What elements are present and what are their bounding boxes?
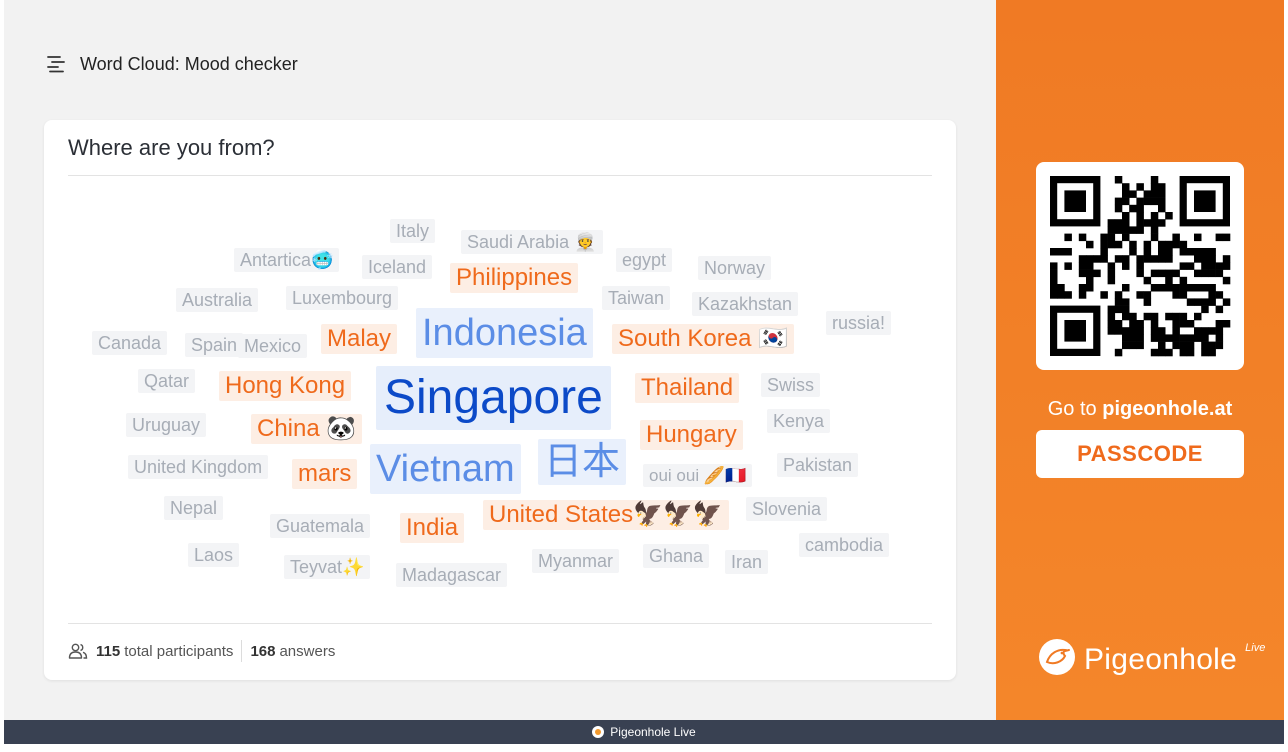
word-cloud-word: China 🐼 (251, 414, 363, 444)
word-cloud-word: Laos (188, 543, 240, 567)
participants-label: total participants (124, 642, 234, 660)
divider (68, 623, 932, 624)
participants-icon (68, 641, 88, 661)
word-cloud-word: Iceland (362, 255, 433, 279)
word-cloud-word: Myanmar (532, 549, 620, 573)
word-cloud-word: Iran (725, 550, 769, 574)
word-cloud-word: India (400, 513, 465, 543)
join-url[interactable]: pigeonhole.at (1102, 398, 1232, 420)
word-cloud-word: Spain (185, 333, 244, 357)
word-cloud-word: Slovenia (746, 497, 828, 521)
footer-bar: Pigeonhole Live (4, 720, 1284, 744)
word-cloud-word: Hong Kong (219, 371, 352, 401)
word-cloud-word: United Kingdom (128, 455, 269, 479)
word-cloud-word: Teyvat✨ (284, 555, 371, 579)
divider (241, 640, 243, 662)
word-cloud-word: Kazakhstan (692, 292, 799, 316)
word-cloud-word: oui oui 🥖🇫🇷 (643, 464, 753, 487)
word-cloud-word: Nepal (164, 496, 224, 520)
word-cloud-word: Swiss (761, 373, 821, 397)
word-cloud-word: Qatar (138, 369, 196, 393)
pigeonhole-logo-icon (592, 726, 605, 738)
word-cloud-word: 日本 (538, 439, 627, 485)
word-cloud-word: Kenya (767, 409, 831, 433)
brand-name: Pigeonhole (1084, 642, 1238, 676)
join-instructions: Go to pigeonhole.at (996, 398, 1284, 421)
word-cloud-word: South Korea 🇰🇷 (612, 324, 794, 354)
word-cloud-word: Mexico (238, 334, 308, 358)
word-cloud-icon (44, 52, 68, 76)
word-cloud-word: Antartica🥶 (234, 248, 340, 272)
pigeonhole-logo: Pigeonhole Live (1038, 638, 1265, 681)
word-cloud-word: Taiwan (602, 286, 671, 310)
join-panel: Go to pigeonhole.at PASSCODE Pigeonhole … (996, 0, 1284, 720)
word-cloud-word: Indonesia (416, 308, 593, 358)
word-cloud-word: Guatemala (270, 514, 371, 538)
page-title: Word Cloud: Mood checker (80, 53, 298, 74)
app-frame: Word Cloud: Mood checker Where are you f… (4, 0, 1284, 720)
word-cloud-word: Norway (698, 256, 772, 280)
word-cloud-word: Uruguay (126, 413, 207, 437)
word-cloud-word: cambodia (799, 533, 890, 557)
word-cloud-word: Madagascar (396, 563, 508, 587)
footer-text: Pigeonhole Live (610, 725, 696, 739)
word-cloud-word: mars (292, 459, 358, 489)
main-panel: Word Cloud: Mood checker Where are you f… (4, 0, 996, 720)
participants-count: 115 (96, 642, 121, 660)
word-cloud-word: Philippines (450, 263, 579, 293)
word-cloud-word: Pakistan (777, 453, 859, 477)
word-cloud-word: Singapore (376, 366, 611, 430)
word-cloud-word: Ghana (643, 544, 710, 568)
passcode-badge: PASSCODE (1036, 430, 1244, 478)
word-cloud-word: Thailand (635, 373, 740, 403)
word-cloud-word: Luxembourg (286, 286, 399, 310)
page-header: Word Cloud: Mood checker (44, 52, 298, 76)
word-cloud-word: Malay (321, 324, 398, 354)
word-cloud-word: Australia (176, 288, 259, 312)
word-cloud: Singapore Indonesia Vietnam 日本 Philippin… (44, 120, 956, 680)
pigeon-icon (1038, 638, 1076, 681)
word-cloud-word: Italy (390, 219, 436, 243)
word-cloud-word: Canada (92, 331, 168, 355)
answers-label: answers (279, 642, 336, 660)
word-cloud-word: russia! (826, 311, 892, 335)
word-cloud-word: egypt (616, 248, 673, 272)
answers-count: 168 (250, 642, 276, 660)
brand-live: Live (1245, 641, 1266, 654)
word-cloud-word: Hungary (640, 420, 743, 450)
response-stats: 115 total participants 168 answers (68, 640, 335, 662)
word-cloud-word: Vietnam (370, 444, 521, 494)
word-cloud-word: United States🦅🦅🦅 (483, 500, 729, 530)
word-cloud-word: Saudi Arabia 👳 (461, 230, 603, 254)
goto-prefix: Go to (1047, 398, 1103, 420)
question-card: Where are you from? Singapore Indonesia … (44, 120, 956, 680)
qr-code (1036, 162, 1244, 370)
